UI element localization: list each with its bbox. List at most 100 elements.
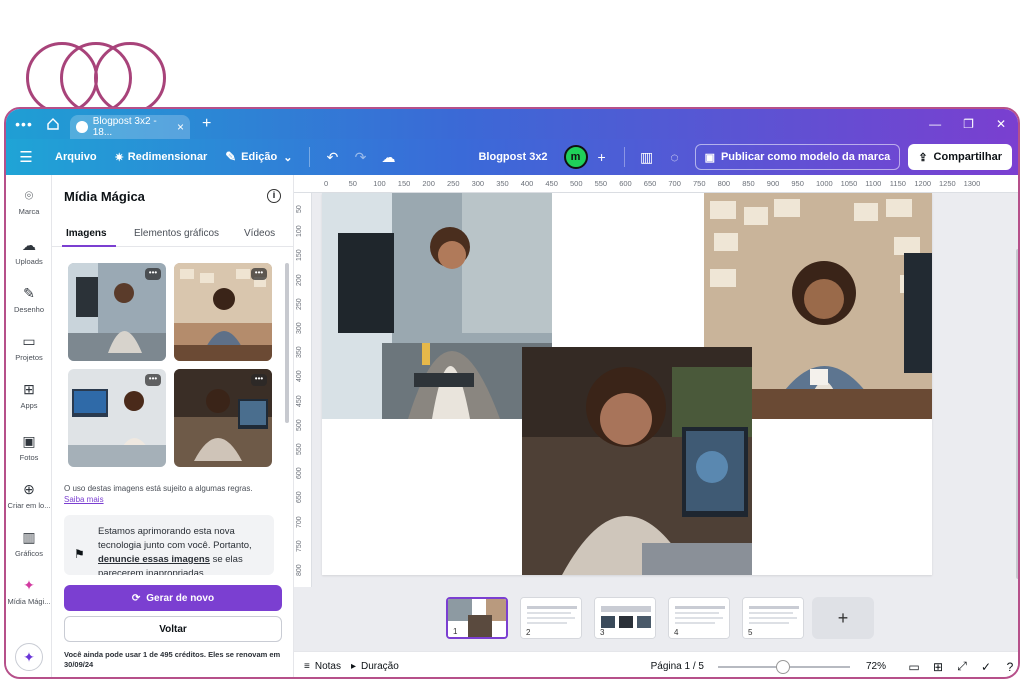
report-images-link[interactable]: denuncie essas imagens [98,554,210,565]
new-tab-button[interactable]: + [202,115,211,133]
rail-item-0[interactable]: ⌾ Marca [6,187,52,216]
pen-icon: ✎ [23,285,35,301]
page-thumbnail[interactable]: 5 [742,597,804,639]
more-options-icon[interactable]: ••• [145,268,161,280]
ruler-tick-label: 350 [296,346,303,359]
page-thumbnail[interactable]: 2 [520,597,582,639]
page-thumbnail[interactable]: 4 [668,597,730,639]
grid-view-icon[interactable]: ⊞ [926,660,950,674]
ruler-tick-label: 1050 [840,179,858,188]
page-filmstrip: + 1 2 3 4 5 [294,587,1018,651]
panel-scrollbar[interactable] [284,255,290,575]
page-indicator[interactable]: Página 1 / 5 [651,661,704,672]
duration-button[interactable]: ▸ Duração [351,661,399,672]
document-name[interactable]: Blogpost 3x2 [478,139,563,175]
zoom-slider[interactable] [717,659,850,674]
check-icon[interactable]: ✓ [974,660,998,674]
file-menu-button[interactable]: Arquivo [46,139,106,175]
document-tab[interactable]: Blogpost 3x2 - 18... × [70,115,190,139]
more-options-icon[interactable]: ••• [145,374,161,386]
rail-item-label: Uploads [15,257,43,266]
ruler-tick-label: 700 [668,179,681,188]
left-rail: ⌾ Marca ☁ Uploads ✎ Desenho ▭ Projetos ⊞ Apps ▣ Fot… [6,175,52,677]
resize-button[interactable]: ✷ Redimensionar [106,139,217,175]
undo-icon[interactable]: ↶ [318,139,346,175]
rail-item-5[interactable]: ▣ Fotos [6,433,52,462]
help-icon[interactable]: ? [998,660,1018,674]
rail-item-1[interactable]: ☁ Uploads [6,237,52,266]
page-thumbnail[interactable]: 3 [594,597,656,639]
notes-button[interactable]: ≡ Notas [304,661,341,672]
redo-icon[interactable]: ↷ [346,139,374,175]
share-button[interactable]: ⇪ Compartilhar [908,144,1012,170]
edit-mode-button[interactable]: ✎ Edição ⌄ [216,139,301,175]
insights-chart-icon[interactable]: ▥ [633,139,661,175]
minimize-icon[interactable]: — [929,117,941,131]
canvas-photo-woman-smiling[interactable] [522,347,752,575]
ruler-tick-label: 300 [471,179,485,188]
rail-item-2[interactable]: ✎ Desenho [6,285,52,314]
rail-item-3[interactable]: ▭ Projetos [6,333,52,362]
panel-tabs: Imagens Elementos gráficos Vídeos [52,221,294,247]
close-tab-icon[interactable]: × [177,120,184,134]
ruler-tick-label: 1000 [816,179,833,188]
tab-images[interactable]: Imagens [66,228,107,239]
rail-item-7[interactable]: ▥ Gráficos [6,529,52,558]
canvas-photo-woman-computer[interactable] [322,193,552,419]
more-options-icon[interactable]: ••• [251,268,267,280]
ruler-tick-label: 850 [742,179,755,188]
magic-media-panel: Mídia Mágica i Imagens Elementos gráfico… [52,175,294,677]
ruler-tick-label: 350 [496,179,509,188]
play-icon: ▸ [350,661,356,672]
more-icon[interactable]: ••• [6,116,42,132]
panel-scrollbar-thumb[interactable] [285,263,289,423]
notes-icon: ≡ [304,661,310,672]
flag-icon: ⚑ [74,547,85,561]
rail-item-8[interactable]: ✦ Mídia Mági... [6,577,52,606]
rail-item-6[interactable]: ⊕ Criar em lo... [6,481,52,510]
ruler-tick-label: 150 [296,249,303,262]
design-page[interactable] [322,193,932,575]
photo-icon: ▣ [22,433,36,449]
tab-videos[interactable]: Vídeos [244,228,275,239]
rail-item-label: Marca [18,207,40,216]
comment-icon[interactable]: ◌ [661,139,689,175]
pages-view-icon[interactable]: ▭ [902,660,926,674]
home-icon[interactable] [42,115,64,133]
fullscreen-icon[interactable]: ⤢ [950,659,974,674]
back-button[interactable]: Voltar [64,616,282,642]
generated-image-3[interactable]: ••• [68,369,166,467]
zoom-slider-handle[interactable] [775,659,790,674]
ruler-tick-label: 650 [643,179,657,188]
status-bar: ≡ Notas ▸ Duração Página 1 / 5 72% ▭ ⊞ ⤢… [294,651,1018,677]
generated-image-2[interactable]: ••• [174,263,272,361]
ruler-tick-label: 900 [766,179,780,188]
rail-item-4[interactable]: ⊞ Apps [6,381,52,410]
template-icon: ▣ [704,151,715,164]
brand-icon: ⌾ [24,187,34,203]
add-collaborator-button[interactable]: + [588,139,616,175]
magic-assistant-icon[interactable]: ✦ [15,643,43,671]
more-options-icon[interactable]: ••• [251,374,267,386]
generated-image-1[interactable]: ••• [68,263,166,361]
ruler-tick-label: 650 [296,491,303,504]
add-page-button[interactable]: + [812,597,874,639]
editor-toolbar: ☰ Arquivo ✷ Redimensionar ✎ Edição ⌄ ↶ ↷… [6,139,1018,175]
maximize-icon[interactable]: ❐ [963,117,974,131]
menu-icon[interactable]: ☰ [6,139,46,175]
generated-image-4[interactable]: ••• [174,369,272,467]
ruler-tick-label: 500 [296,419,303,431]
close-window-icon[interactable]: ✕ [996,117,1006,131]
regenerate-button[interactable]: ⟳ Gerar de novo [64,585,282,611]
ruler-tick-label: 1200 [914,179,932,188]
cloud-saved-icon[interactable]: ☁ [374,139,402,175]
tab-graphics[interactable]: Elementos gráficos [134,228,219,239]
user-avatar[interactable]: m [563,145,588,169]
zoom-level[interactable]: 72% [866,661,886,672]
learn-more-link[interactable]: Saiba mais [64,495,104,504]
canvas-scrollbar[interactable] [1016,249,1018,579]
document-tab-title: Blogpost 3x2 - 18... [92,116,157,138]
page-thumbnail[interactable]: 1 [446,597,508,639]
info-icon[interactable]: i [267,189,281,203]
publish-brand-template-button[interactable]: ▣ Publicar como modelo da marca [694,144,901,170]
